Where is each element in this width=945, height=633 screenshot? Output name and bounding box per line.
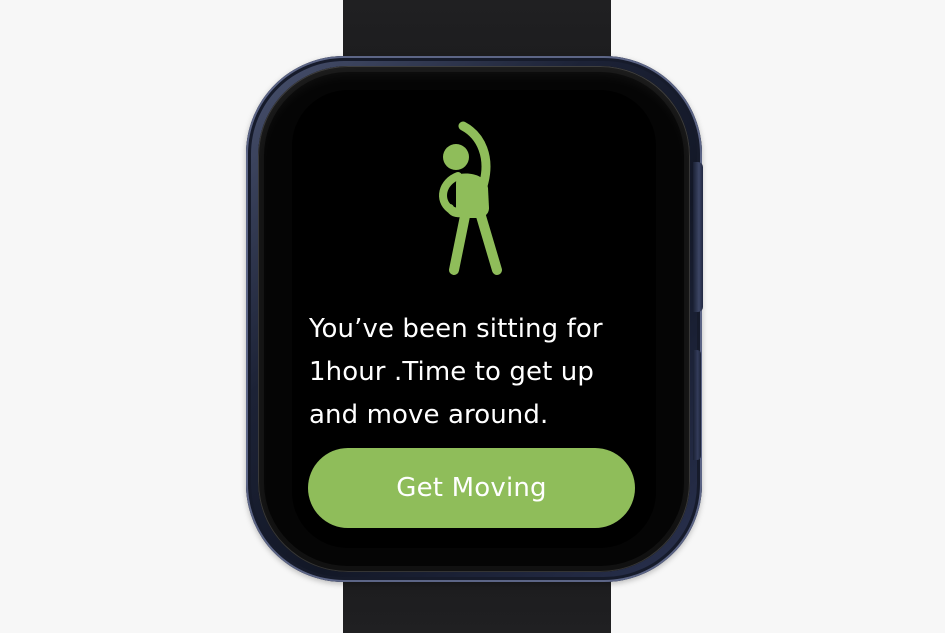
get-moving-button[interactable]: Get Moving <box>308 448 635 528</box>
sedentary-reminder-message: You’ve been sitting for 1hour .Time to g… <box>309 314 603 430</box>
watch-side-button[interactable] <box>693 350 701 460</box>
get-moving-button-label: Get Moving <box>396 473 547 503</box>
watch-crown[interactable] <box>693 162 703 312</box>
product-scene: You’ve been sitting for 1hour .Time to g… <box>0 0 945 633</box>
stretching-person-icon <box>439 121 502 275</box>
